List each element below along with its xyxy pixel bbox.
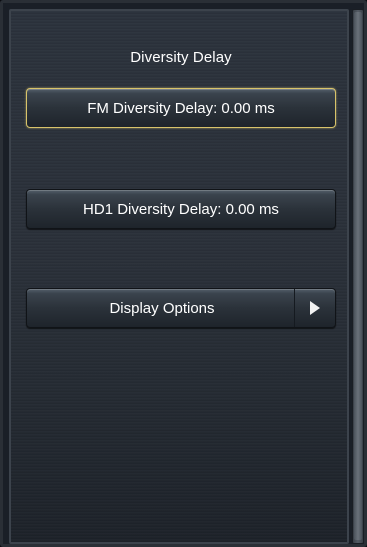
scrollbar-thumb[interactable] — [354, 12, 362, 540]
device-screen-frame: Diversity Delay FM Diversity Delay: 0.00… — [0, 0, 367, 547]
fm-diversity-delay-label: FM Diversity Delay: 0.00 ms — [87, 99, 275, 117]
display-options-label: Display Options — [109, 299, 215, 317]
page-title: Diversity Delay — [130, 49, 232, 66]
menu-panel: Diversity Delay FM Diversity Delay: 0.00… — [9, 9, 349, 544]
chevron-right-icon — [310, 301, 320, 315]
vertical-scrollbar[interactable] — [352, 9, 364, 544]
fm-diversity-delay-button[interactable]: FM Diversity Delay: 0.00 ms — [26, 88, 336, 128]
hd1-diversity-delay-button[interactable]: HD1 Diversity Delay: 0.00 ms — [26, 189, 336, 229]
submenu-arrow-container — [294, 289, 335, 327]
display-options-button[interactable]: Display Options — [26, 288, 336, 328]
hd1-diversity-delay-label: HD1 Diversity Delay: 0.00 ms — [83, 200, 279, 218]
